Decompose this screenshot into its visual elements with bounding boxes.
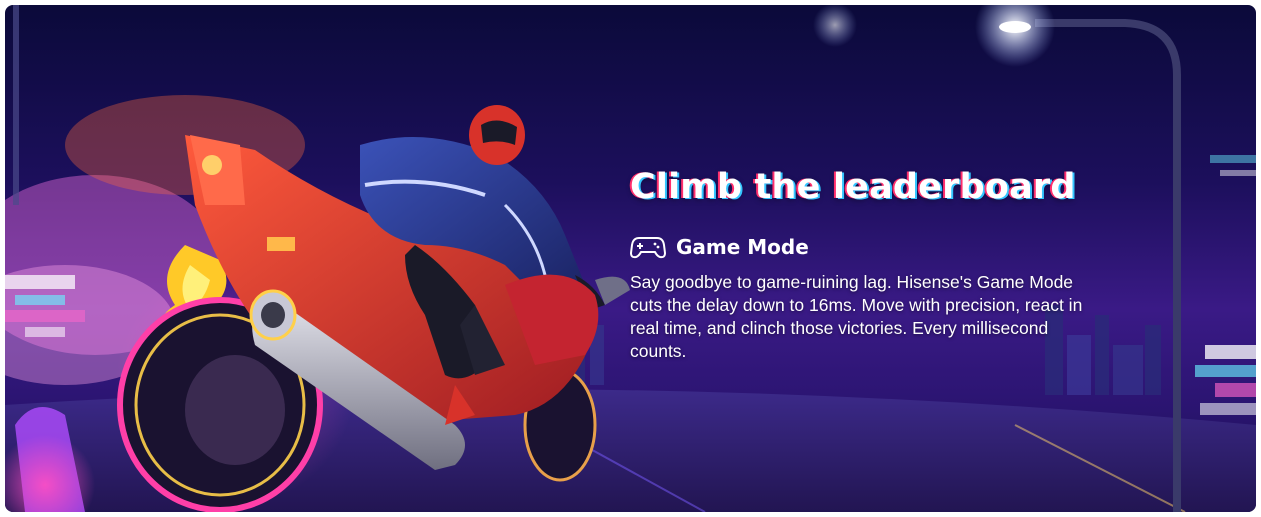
glitch-blocks-right [1195, 155, 1256, 415]
feature-title: Game Mode [676, 235, 809, 259]
gamepad-icon [630, 237, 666, 259]
feature-description: Say goodbye to game-ruining lag. Hisense… [630, 272, 1083, 361]
feature-row: Game Mode [630, 233, 1100, 261]
game-mode-banner: Climb the leaderboard Game Mode Say good… [5, 5, 1256, 512]
banner-content: Climb the leaderboard Game Mode Say good… [630, 165, 1100, 381]
headline: Climb the leaderboard [630, 167, 1076, 207]
tail-light [202, 155, 222, 175]
